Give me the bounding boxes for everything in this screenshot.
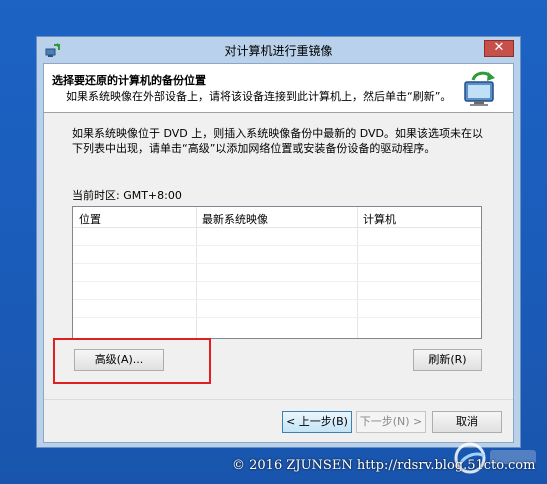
column-header-latest-image[interactable]: 最新系统映像 <box>202 211 268 227</box>
close-icon: ✕ <box>493 40 505 55</box>
table-row <box>73 245 481 246</box>
description-text: 如果系统映像位于 DVD 上，则插入系统映像备份中最新的 DVD。如果该选项未在… <box>72 127 484 155</box>
cancel-button[interactable]: 取消 <box>432 411 502 433</box>
title-bar[interactable]: 对计算机进行重镜像 ✕ <box>37 37 520 63</box>
table-row <box>73 263 481 264</box>
timezone-label: 当前时区: GMT+8:00 <box>72 189 182 202</box>
footer-divider <box>44 399 513 400</box>
column-separator <box>357 207 358 338</box>
backup-location-table[interactable]: 位置 最新系统映像 计算机 <box>72 206 482 339</box>
table-row <box>73 317 481 318</box>
computer-restore-icon <box>464 71 495 106</box>
back-button[interactable]: < 上一步(B) <box>282 411 352 433</box>
window-title: 对计算机进行重镜像 <box>224 44 333 58</box>
restore-dialog-window: 对计算机进行重镜像 ✕ 选择要还原的计算机的备份位置 如果系统映像在外部设备上，… <box>36 36 521 448</box>
column-header-computer[interactable]: 计算机 <box>363 211 396 227</box>
table-row <box>73 281 481 282</box>
table-header: 位置 最新系统映像 计算机 <box>73 207 481 228</box>
header-panel: 选择要还原的计算机的备份位置 如果系统映像在外部设备上，请将该设备连接到此计算机… <box>44 64 513 113</box>
header-subtitle: 如果系统映像在外部设备上，请将该设备连接到此计算机上，然后单击“刷新”。 <box>66 90 452 103</box>
column-header-location[interactable]: 位置 <box>79 211 101 227</box>
column-separator <box>196 207 197 338</box>
refresh-button[interactable]: 刷新(R) <box>413 349 482 371</box>
table-row <box>73 299 481 300</box>
dialog-client-area: 选择要还原的计算机的备份位置 如果系统映像在外部设备上，请将该设备连接到此计算机… <box>43 63 514 443</box>
copyright-watermark: © 2016 ZJUNSEN http://rdsrv.blog.51cto.c… <box>232 458 536 473</box>
header-title: 选择要还原的计算机的备份位置 <box>52 74 206 87</box>
close-button[interactable]: ✕ <box>484 40 514 57</box>
next-button[interactable]: 下一步(N) > <box>356 411 426 433</box>
advanced-button[interactable]: 高级(A)... <box>74 349 164 371</box>
